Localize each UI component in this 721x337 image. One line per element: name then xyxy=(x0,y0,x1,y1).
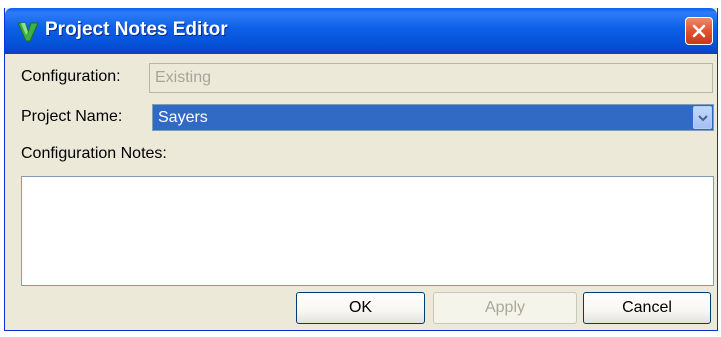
configuration-value: Existing xyxy=(155,69,212,86)
configuration-label: Configuration: xyxy=(21,68,121,85)
project-name-dropdown-button[interactable] xyxy=(693,106,712,129)
project-name-label: Project Name: xyxy=(21,108,123,125)
apply-button: Apply xyxy=(433,292,577,324)
project-name-select[interactable]: Sayers xyxy=(152,104,714,131)
project-notes-editor-window: Project Notes Editor Configuration: Exis… xyxy=(4,8,718,331)
project-name-value: Sayers xyxy=(158,108,208,126)
window-title: Project Notes Editor xyxy=(45,19,228,40)
configuration-field: Existing xyxy=(149,63,713,93)
chevron-down-icon xyxy=(697,109,708,127)
app-logo-icon xyxy=(17,20,39,42)
ok-button[interactable]: OK xyxy=(296,292,425,324)
title-bar[interactable]: Project Notes Editor xyxy=(5,8,717,54)
close-button[interactable] xyxy=(685,17,713,45)
close-icon xyxy=(692,24,706,38)
configuration-notes-textarea[interactable] xyxy=(21,176,714,286)
cancel-button[interactable]: Cancel xyxy=(583,292,711,324)
configuration-notes-label: Configuration Notes: xyxy=(21,145,167,162)
